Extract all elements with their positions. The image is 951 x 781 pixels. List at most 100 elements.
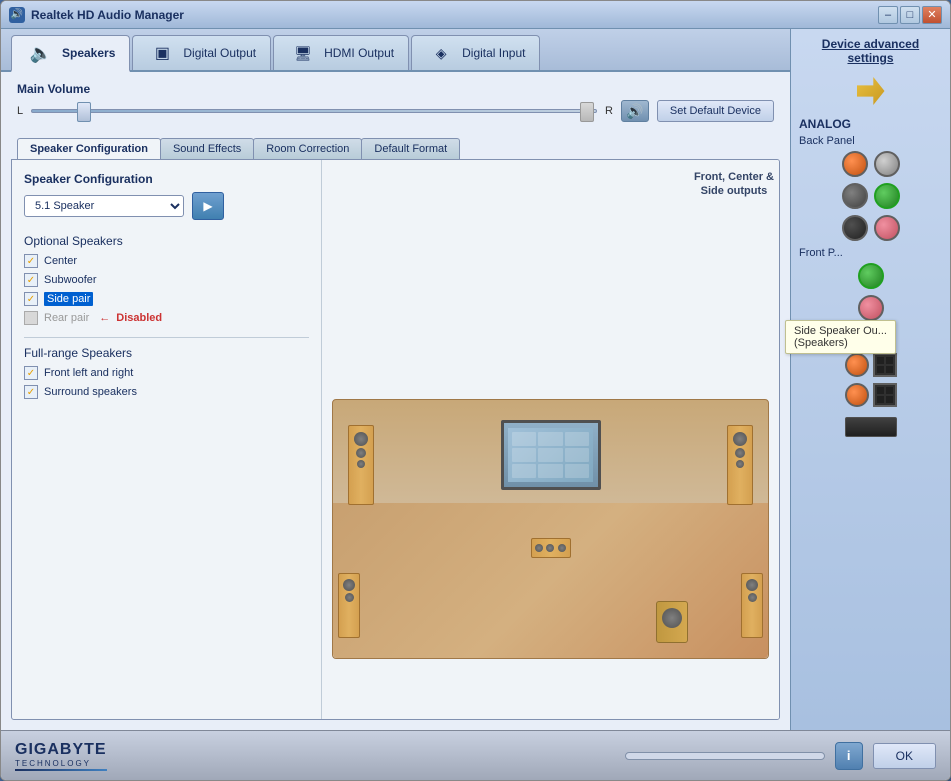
digital-row-1 (845, 353, 897, 377)
main-window: 🔊 Realtek HD Audio Manager – □ ✕ 🔈 Speak… (0, 0, 951, 781)
volume-label: Main Volume (17, 82, 774, 96)
inner-tab-sound-effects[interactable]: Sound Effects (160, 138, 254, 159)
bottom-bar: GIGABYTE TECHNOLOGY i OK (1, 730, 950, 780)
speaker-config-label: Speaker Configuration (24, 172, 309, 186)
front-panel-label: Front P... (799, 247, 843, 259)
side-right-speaker (741, 573, 763, 638)
front-right-speaker (727, 425, 753, 505)
front-left-speaker (348, 425, 374, 505)
device-advanced-link[interactable]: Device advanced settings (822, 37, 919, 65)
ok-button[interactable]: OK (873, 743, 936, 769)
jack-silver-1[interactable] (874, 151, 900, 177)
digital-jack-1[interactable] (845, 353, 869, 377)
close-button[interactable]: ✕ (922, 6, 942, 24)
side-pair-checkbox-row: Side pair (24, 292, 309, 306)
inner-tabs: Speaker Configuration Sound Effects Room… (1, 130, 790, 159)
minimize-button[interactable]: – (878, 6, 898, 24)
window-title: Realtek HD Audio Manager (31, 8, 878, 22)
maximize-button[interactable]: □ (900, 6, 920, 24)
jack-green-1[interactable] (874, 183, 900, 209)
center-speaker (531, 538, 571, 558)
subwoofer-checkbox[interactable] (24, 273, 38, 287)
subwoofer-checkbox-row: Subwoofer (24, 273, 309, 287)
right-label: R (605, 105, 613, 117)
rear-pair-label: Rear pair (44, 312, 89, 324)
center-cabinet (531, 538, 571, 558)
disabled-text: Disabled (116, 312, 162, 324)
sub-cabinet (656, 601, 688, 643)
surround-checkbox-row: Surround speakers (24, 385, 309, 399)
side-left-cabinet (338, 573, 360, 638)
left-label: L (17, 105, 23, 117)
inner-tab-default-format[interactable]: Default Format (361, 138, 460, 159)
surround-checkbox[interactable] (24, 385, 38, 399)
info-button[interactable]: i (835, 742, 863, 770)
jack-row-3 (842, 215, 900, 241)
front-lr-label: Front left and right (44, 367, 133, 379)
volume-slider[interactable] (31, 101, 597, 121)
stage (332, 399, 769, 659)
jack-dark-1[interactable] (842, 183, 868, 209)
app-icon: 🔊 (9, 7, 25, 23)
jack-row-5 (858, 295, 884, 321)
jack-pink-1[interactable] (874, 215, 900, 241)
digital-jack-2[interactable] (845, 383, 869, 407)
back-panel-label: Back Panel (799, 135, 855, 147)
tab-digital-output[interactable]: ▣ Digital Output (132, 35, 271, 70)
jack-black-1[interactable] (842, 215, 868, 241)
side-pair-label: Side pair (44, 292, 93, 306)
jack-pink-2[interactable] (858, 295, 884, 321)
inner-tab-speaker-config[interactable]: Speaker Configuration (17, 138, 161, 159)
digital-square-2[interactable] (873, 383, 897, 407)
left-panel: 🔈 Speakers ▣ Digital Output 🖥 HDMI Outpu… (1, 29, 790, 730)
front-lr-checkbox[interactable] (24, 366, 38, 380)
section-divider (24, 337, 309, 338)
stage-floor (333, 503, 768, 658)
speakers-icon: 🔈 (26, 42, 56, 64)
tv-screen-inner (508, 428, 593, 482)
set-default-button[interactable]: Set Default Device (657, 100, 774, 122)
tab-digital-input[interactable]: ◈ Digital Input (411, 35, 540, 70)
window-controls: – □ ✕ (878, 6, 942, 24)
side-pair-checkbox[interactable] (24, 292, 38, 306)
center-label: Center (44, 255, 77, 267)
right-config: Front, Center & Side outputs Swap Center… (322, 160, 779, 719)
slider-thumb[interactable] (77, 102, 91, 122)
tab-hdmi-output[interactable]: 🖥 HDMI Output (273, 35, 409, 70)
progress-bar (625, 752, 825, 760)
config-panel: Speaker Configuration 5.1 Speaker Stereo… (11, 159, 780, 720)
config-inner: Speaker Configuration 5.1 Speaker Stereo… (12, 160, 779, 719)
tab-speakers[interactable]: 🔈 Speakers (11, 35, 130, 72)
jack-row-2 (842, 183, 900, 209)
center-checkbox-row: Center (24, 254, 309, 268)
jack-green-2[interactable] (858, 263, 884, 289)
subwoofer-label: Subwoofer (44, 274, 97, 286)
inner-tab-room-correction[interactable]: Room Correction (253, 138, 362, 159)
optional-speakers-label: Optional Speakers (24, 234, 309, 248)
digital-square-1[interactable] (873, 353, 897, 377)
logo-underline (15, 769, 107, 771)
jack-orange-1[interactable] (842, 151, 868, 177)
main-content: 🔈 Speakers ▣ Digital Output 🖥 HDMI Outpu… (1, 29, 950, 730)
gold-arrow-icon (857, 77, 885, 105)
volume-row: L R 🔊 Set Default Device (17, 100, 774, 122)
digital-output-icon: ▣ (147, 42, 177, 64)
side-right-cabinet (741, 573, 763, 638)
slider-thumb-right[interactable] (580, 102, 594, 122)
rear-pair-checkbox (24, 311, 38, 325)
title-bar: 🔊 Realtek HD Audio Manager – □ ✕ (1, 1, 950, 29)
tooltip-line2: (Speakers) (794, 337, 848, 349)
speaker-config-select[interactable]: 5.1 Speaker Stereo Quadraphonic 7.1 Spea… (24, 195, 184, 217)
digital-input-icon: ◈ (426, 42, 456, 64)
side-left-speaker (338, 573, 360, 638)
annotation-line1: Front, Center & (694, 171, 774, 183)
digital-row-2 (845, 383, 897, 407)
fullrange-label: Full-range Speakers (24, 346, 309, 360)
annotation: Front, Center & Side outputs (694, 170, 774, 199)
volume-icon-button[interactable]: 🔊 (621, 100, 649, 122)
tab-strip: 🔈 Speakers ▣ Digital Output 🖥 HDMI Outpu… (1, 29, 790, 72)
play-button[interactable]: ▶ (192, 192, 224, 220)
right-panel: Device advanced settings ANALOG Back Pan… (790, 29, 950, 730)
jack-row-4 (858, 263, 884, 289)
center-checkbox[interactable] (24, 254, 38, 268)
